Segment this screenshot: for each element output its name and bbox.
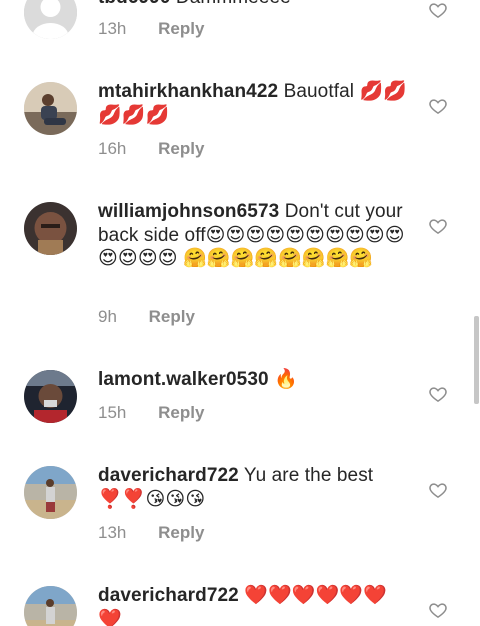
comment-username[interactable]: daverichard722 [98, 585, 239, 606]
scrollbar[interactable] [474, 316, 479, 404]
comment-text: daverichard722 ❤️❤️❤️❤️❤️❤️❤️ [98, 584, 408, 626]
like-heart-icon[interactable] [428, 600, 448, 620]
comment-item: daverichard722 ❤️❤️❤️❤️❤️❤️❤️ [0, 0, 480, 626]
avatar[interactable] [24, 586, 77, 626]
